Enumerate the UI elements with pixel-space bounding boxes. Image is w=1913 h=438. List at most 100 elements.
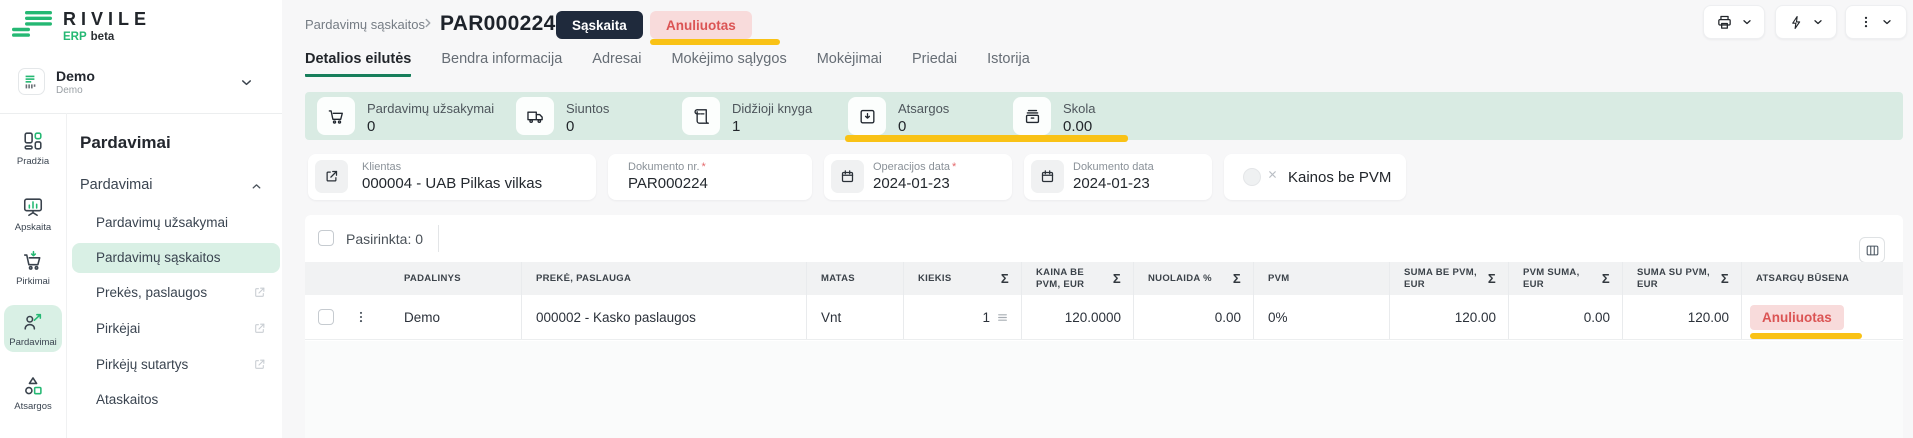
sidebar-item-ataskaitos[interactable]: Ataskaitos	[72, 385, 280, 415]
cell-pvm-suma: 0.00	[1509, 295, 1623, 339]
rail-item-pirkimai[interactable]: Pirkimai	[4, 244, 62, 292]
row-status-badge: Anuliuotas	[1750, 305, 1844, 330]
workspace-selector[interactable]: Demo Demo	[10, 64, 272, 106]
field-operacijos-data[interactable]: Operacijos data* 2024-01-23	[824, 154, 1012, 200]
workspace-company: Demo	[56, 85, 83, 96]
inbox-icon	[848, 97, 886, 135]
header-preke-paslauga[interactable]: Prekė, paslauga	[522, 262, 807, 295]
stat-atsargos[interactable]: Atsargos0	[848, 97, 949, 135]
cell-pvm: 0%	[1254, 295, 1390, 339]
toggle-kainos-be-pvm[interactable]: Kainos be PVM	[1224, 154, 1406, 200]
chevron-down-icon	[1881, 16, 1893, 28]
tab-bendra-informacija[interactable]: Bendra informacija	[441, 51, 562, 77]
chevron-down-icon	[1812, 16, 1824, 28]
cell-matas: Vnt	[807, 295, 904, 339]
stat-pardavimu-uzsakymai[interactable]: Pardavimų užsakymai0	[317, 97, 494, 135]
sigma-icon[interactable]: Σ	[1721, 273, 1729, 285]
lightning-icon	[1789, 15, 1804, 30]
row-kebab-icon[interactable]	[354, 310, 368, 324]
cell-suma-su-pvm: 120.00	[1623, 295, 1742, 339]
sigma-icon[interactable]: Σ	[1113, 273, 1121, 285]
header-padalinys[interactable]: Padalinys	[390, 262, 522, 295]
annotation-underline-stats	[845, 135, 1128, 142]
header-atsargu-busena[interactable]: Atsargų būsena	[1742, 262, 1903, 295]
sigma-icon[interactable]: Σ	[1001, 273, 1009, 285]
chevron-right-icon	[421, 16, 435, 30]
tab-priedai[interactable]: Priedai	[912, 51, 957, 77]
chevron-up-icon[interactable]	[250, 180, 263, 193]
print-button[interactable]	[1703, 5, 1765, 39]
cell-suma-be-pvm: 120.00	[1390, 295, 1509, 339]
rail-item-label: Pirkimai	[4, 276, 62, 287]
toolbar-divider	[438, 225, 439, 252]
sigma-icon[interactable]: Σ	[1488, 273, 1496, 285]
rail-item-pradzia[interactable]: Pradžia	[4, 124, 62, 172]
calendar-icon[interactable]	[1031, 160, 1064, 193]
workspace-name: Demo	[56, 68, 95, 84]
sidebar-item-pardavimu-saskaitos[interactable]: Pardavimų sąskaitos	[72, 243, 280, 273]
rail-item-atsargos[interactable]: Atsargos	[4, 369, 62, 417]
sidebar-item-prekes-paslaugos[interactable]: Prekės, paslaugos	[72, 278, 280, 308]
list-lines-icon[interactable]	[996, 311, 1009, 324]
sidebar-item-pirkejai[interactable]: Pirkėjai	[72, 314, 280, 344]
tab-mokejimo-salygos[interactable]: Mokėjimo sąlygos	[671, 51, 786, 77]
header-kaina-be-pvm[interactable]: Kaina be PVM, EURΣ	[1022, 262, 1134, 295]
actions-button[interactable]	[1775, 5, 1837, 39]
header-pvm[interactable]: PVM	[1254, 262, 1390, 295]
rail-item-label: Atsargos	[4, 401, 62, 412]
sales-icon	[4, 311, 62, 333]
more-menu-button[interactable]	[1845, 5, 1907, 39]
sidebar-item-pardavimu-uzsakymai[interactable]: Pardavimų užsakymai	[72, 208, 280, 238]
header-suma-be-pvm[interactable]: Suma be PVM, EURΣ	[1390, 262, 1509, 295]
stat-skola[interactable]: Skola0.00	[1013, 97, 1096, 135]
type-badge: Sąskaita	[556, 11, 643, 39]
field-klientas[interactable]: Klientas 000004 - UAB Pilkas vilkas	[308, 154, 596, 200]
stat-siuntos[interactable]: Siuntos0	[516, 97, 609, 135]
row-checkbox[interactable]	[318, 309, 334, 325]
calendar-icon[interactable]	[831, 160, 864, 193]
tab-istorija[interactable]: Istorija	[987, 51, 1030, 77]
left-panel: RIVILE ERPbeta Demo Demo	[0, 0, 282, 438]
rivile-logo: RIVILE ERPbeta	[12, 10, 151, 43]
external-link-icon[interactable]	[315, 160, 348, 193]
printer-icon	[1716, 14, 1733, 31]
rail-item-pardavimai[interactable]: Pardavimai	[4, 305, 62, 352]
rail-item-apskaita[interactable]: Apskaita	[4, 190, 62, 238]
table-row[interactable]: Demo 000002 - Kasko paslaugos Vnt 1 120.…	[305, 295, 1903, 340]
header-suma-su-pvm[interactable]: Suma su PVM, EURΣ	[1623, 262, 1742, 295]
field-dokumento-nr[interactable]: Dokumento nr.* PAR000224	[608, 154, 812, 200]
dashboard-icon	[4, 130, 62, 152]
header-pvm-suma[interactable]: PVM suma, EURΣ	[1509, 262, 1623, 295]
selected-count-label: Pasirinkta: 0	[346, 231, 423, 247]
rail-item-label: Pradžia	[4, 156, 62, 167]
tab-mokejimai[interactable]: Mokėjimai	[817, 51, 882, 77]
annotation-underline-status-badge	[650, 39, 780, 45]
sidebar-item-pirkeju-sutartys[interactable]: Pirkėjų sutartys	[72, 350, 280, 380]
header-nuolaida[interactable]: Nuolaida %Σ	[1134, 262, 1254, 295]
breadcrumb[interactable]: Pardavimų sąskaitos	[305, 17, 425, 32]
chevron-down-icon	[1741, 16, 1753, 28]
tab-detalios-eilutes[interactable]: Detalios eilutės	[305, 51, 411, 77]
tab-adresai[interactable]: Adresai	[592, 51, 641, 77]
external-link-icon	[253, 358, 266, 371]
select-all-checkbox[interactable]	[318, 230, 334, 246]
table-header-row: Padalinys Prekė, paslauga Matas KiekisΣ …	[305, 262, 1903, 295]
sigma-icon[interactable]: Σ	[1233, 273, 1241, 285]
header-matas[interactable]: Matas	[807, 262, 904, 295]
toggle-knob[interactable]	[1243, 168, 1261, 186]
annotation-underline-row-status	[1750, 333, 1862, 339]
required-asterisk: *	[702, 161, 706, 173]
sigma-icon[interactable]: Σ	[1602, 273, 1610, 285]
header-controls	[305, 262, 390, 295]
stat-didzioji-knyga[interactable]: Didžioji knyga1	[682, 97, 812, 135]
header-kiekis[interactable]: KiekisΣ	[904, 262, 1022, 295]
cell-preke-paslauga: 000002 - Kasko paslaugos	[522, 295, 807, 339]
field-dokumento-data[interactable]: Dokumento data 2024-01-23	[1024, 154, 1212, 200]
toggle-label: Kainos be PVM	[1288, 169, 1391, 186]
app-window: RIVILE ERPbeta Demo Demo	[0, 0, 1913, 438]
row-controls	[305, 295, 390, 339]
sidebar-section-pardavimai[interactable]: Pardavimai	[80, 177, 153, 193]
page-title-doc-number: PAR000224	[440, 12, 556, 36]
external-link-icon	[253, 286, 266, 299]
column-settings-button[interactable]	[1859, 237, 1885, 263]
